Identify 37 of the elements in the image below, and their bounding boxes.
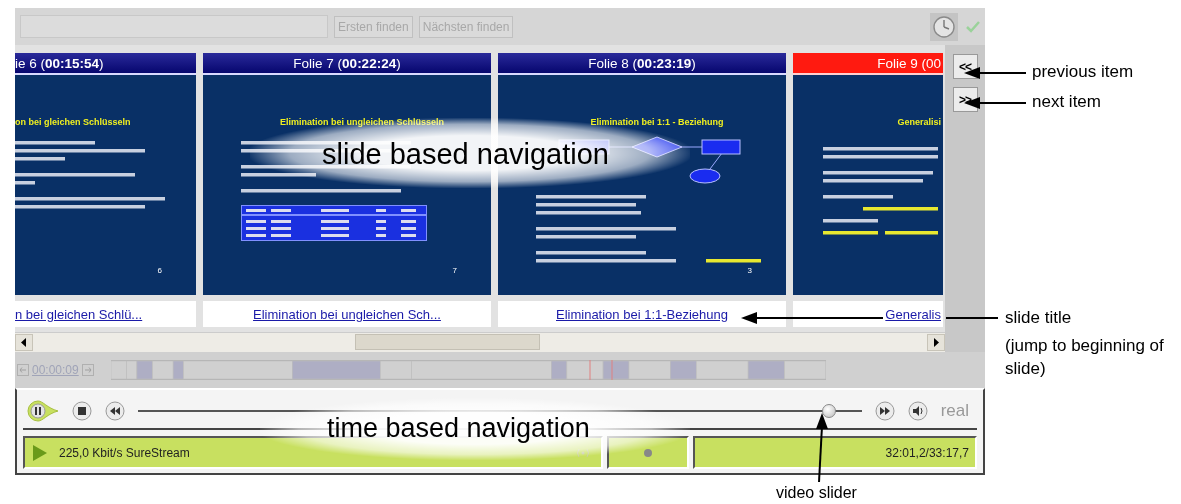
- scroll-right-icon[interactable]: [927, 334, 945, 352]
- stop-button[interactable]: [72, 401, 92, 421]
- play-icon: [33, 444, 47, 461]
- annotation-label: slide based navigation: [322, 140, 609, 169]
- playback-mode: real: [940, 401, 969, 421]
- slide-heading: Elimination bei ungleichen Schlüsseln: [279, 117, 445, 127]
- slide-heading: Generalisi: [896, 117, 941, 127]
- slide-header: Folie 9 (00: [793, 53, 943, 75]
- rewind-button[interactable]: [105, 401, 125, 421]
- page-number: 3: [747, 266, 752, 275]
- scroll-left-icon[interactable]: [15, 334, 33, 352]
- video-slider[interactable]: [138, 404, 862, 418]
- annotation-arrow: [816, 413, 828, 483]
- scroll-thumb[interactable]: [355, 334, 540, 351]
- annotation-label: next item: [1032, 92, 1101, 112]
- slide-header: Folie 8 (00:23:19): [498, 53, 786, 75]
- slide-header: Folie 7 (00:22:24): [203, 53, 491, 75]
- fast-forward-button[interactable]: [874, 401, 895, 421]
- annotation-label: previous item: [1032, 62, 1134, 82]
- annotation-label: video slider: [776, 484, 857, 502]
- annotation-label: time based navigation: [327, 415, 590, 442]
- time-readout: 32:01,2/33:17,7: [885, 445, 969, 460]
- dot-icon: [644, 448, 652, 457]
- page-number: 6: [157, 266, 162, 275]
- checkmark-icon: [966, 19, 980, 34]
- slide-heading: Elimination bei 1:1 - Beziehung: [589, 117, 725, 127]
- page-number: 7: [452, 266, 457, 275]
- clock-icon[interactable]: [930, 12, 958, 41]
- slide-heading: on bei gleichen Schlüsseln: [15, 117, 132, 127]
- annotation-label: (jump to beginning of slide): [1005, 335, 1165, 380]
- slider-thumb[interactable]: [822, 404, 837, 418]
- slide-header: ie 6 (00:15:54): [15, 53, 196, 75]
- pause-button[interactable]: [27, 400, 59, 422]
- annotation-label: slide title: [1005, 308, 1072, 328]
- volume-button[interactable]: [907, 401, 928, 421]
- horizontal-scrollbar[interactable]: [15, 332, 945, 352]
- bitrate-text: 225,0 Kbit/s SureStream: [59, 445, 190, 460]
